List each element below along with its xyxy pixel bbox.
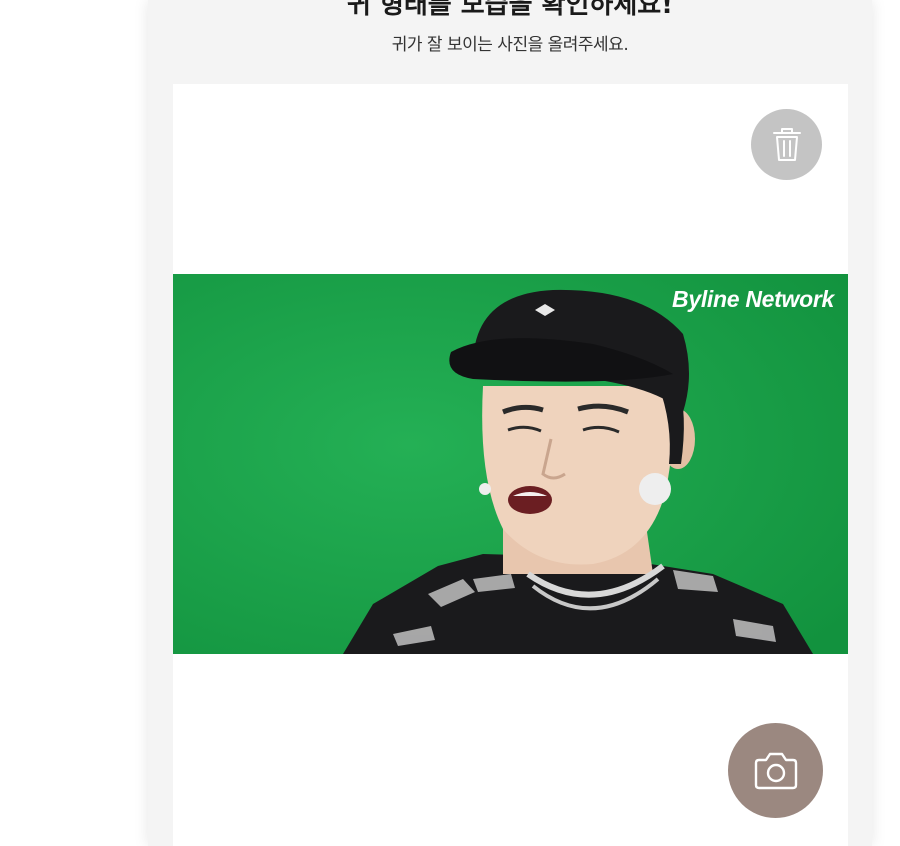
delete-photo-button[interactable] [751,109,822,180]
page-title: 귀 형태를 모습을 확인하세요! [346,0,674,20]
page-subtitle: 귀가 잘 보이는 사진을 올려주세요. [391,35,629,55]
uploaded-photo: Byline Network [173,274,848,654]
photo-image [173,274,848,654]
photo-watermark: Byline Network [672,286,834,312]
camera-icon [754,752,797,789]
camera-button[interactable] [728,723,823,818]
app-screen: 귀 형태를 모습을 확인하세요! 귀가 잘 보이는 사진을 올려주세요. Byl… [148,0,872,846]
photo-upload-card: Byline Network [173,84,848,846]
trash-icon [772,127,801,161]
